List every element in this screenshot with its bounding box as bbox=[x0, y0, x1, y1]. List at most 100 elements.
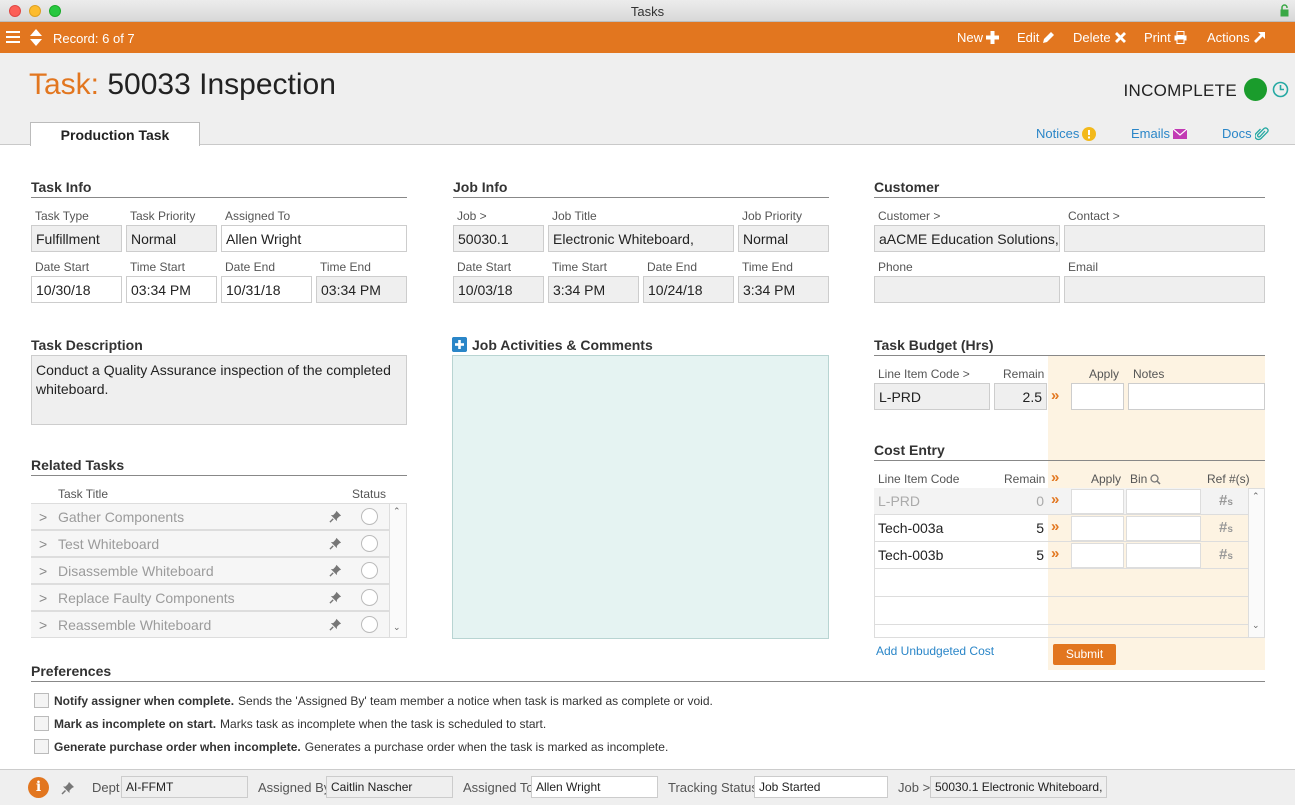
phone-field[interactable] bbox=[874, 276, 1060, 303]
budget-col-code[interactable]: Line Item Code > bbox=[878, 367, 970, 381]
submit-button[interactable]: Submit bbox=[1053, 644, 1116, 665]
contact-label[interactable]: Contact > bbox=[1068, 209, 1120, 223]
ref-numbers-icon[interactable]: #s bbox=[1219, 546, 1233, 563]
apply-arrow-icon[interactable]: » bbox=[1051, 518, 1060, 535]
related-task-row[interactable]: > Replace Faulty Components bbox=[31, 584, 389, 611]
date-end-field[interactable]: 10/31/18 bbox=[221, 276, 312, 303]
time-start-field[interactable]: 03:34 PM bbox=[126, 276, 217, 303]
cost-bin-input[interactable] bbox=[1126, 543, 1201, 568]
status-circle[interactable] bbox=[361, 562, 378, 579]
job-date-start-field[interactable]: 10/03/18 bbox=[453, 276, 544, 303]
ref-numbers-icon[interactable]: #s bbox=[1219, 519, 1233, 536]
cost-bin-input[interactable] bbox=[1126, 516, 1201, 541]
cost-entry-scrollbar[interactable]: ⌃ ⌄ bbox=[1248, 489, 1264, 637]
apply-all-arrow-icon[interactable]: » bbox=[1051, 469, 1060, 486]
info-icon[interactable]: i bbox=[28, 777, 49, 798]
pin-icon[interactable] bbox=[329, 618, 342, 631]
apply-arrow-icon[interactable]: » bbox=[1051, 545, 1060, 562]
scroll-up-icon[interactable]: ⌃ bbox=[1252, 491, 1260, 502]
expand-chevron-icon[interactable]: > bbox=[39, 509, 47, 525]
new-button[interactable]: New bbox=[957, 30, 1000, 45]
job-time-end-field[interactable]: 3:34 PM bbox=[738, 276, 829, 303]
contact-field[interactable] bbox=[1064, 225, 1265, 252]
pin-icon[interactable] bbox=[329, 537, 342, 550]
add-unbudgeted-cost-link[interactable]: Add Unbudgeted Cost bbox=[876, 644, 994, 658]
footer-assigned-to-field[interactable]: Allen Wright bbox=[531, 776, 658, 798]
cost-bin-input[interactable] bbox=[1126, 489, 1201, 514]
ref-numbers-icon[interactable]: #s bbox=[1219, 492, 1233, 509]
related-task-row[interactable]: > Reassemble Whiteboard bbox=[31, 611, 389, 638]
emails-link[interactable]: Emails bbox=[1131, 126, 1188, 141]
footer-tracking-field[interactable]: Job Started bbox=[754, 776, 888, 798]
status-circle[interactable] bbox=[361, 535, 378, 552]
customer-label[interactable]: Customer > bbox=[878, 209, 940, 223]
generate-po-checkbox[interactable] bbox=[34, 739, 49, 754]
budget-col-notes: Notes bbox=[1133, 367, 1165, 381]
task-description-field[interactable]: Conduct a Quality Assurance inspection o… bbox=[31, 355, 407, 425]
date-start-field[interactable]: 10/30/18 bbox=[31, 276, 122, 303]
related-tasks-scrollbar[interactable]: ⌃ ⌄ bbox=[389, 503, 407, 638]
cost-apply-input[interactable] bbox=[1071, 516, 1124, 541]
pin-icon[interactable] bbox=[329, 564, 342, 577]
assigned-to-field[interactable]: Allen Wright bbox=[221, 225, 407, 252]
notify-assigner-checkbox[interactable] bbox=[34, 693, 49, 708]
budget-notes-input[interactable] bbox=[1128, 383, 1265, 410]
scroll-down-icon[interactable]: ⌄ bbox=[393, 622, 401, 633]
footer-job-label[interactable]: Job > bbox=[898, 780, 930, 795]
job-date-end-field[interactable]: 10/24/18 bbox=[643, 276, 734, 303]
job-priority-field[interactable]: Normal bbox=[738, 225, 829, 252]
budget-apply-input[interactable] bbox=[1071, 383, 1124, 410]
email-field[interactable] bbox=[1064, 276, 1265, 303]
docs-link[interactable]: Docs bbox=[1222, 126, 1269, 141]
search-icon[interactable] bbox=[1150, 473, 1161, 485]
lock-icon[interactable] bbox=[1280, 4, 1289, 17]
job-time-start-field[interactable]: 3:34 PM bbox=[548, 276, 639, 303]
pin-icon[interactable] bbox=[329, 591, 342, 604]
cost-apply-input[interactable] bbox=[1071, 543, 1124, 568]
related-task-row[interactable]: > Test Whiteboard bbox=[31, 530, 389, 557]
job-activities-panel[interactable] bbox=[452, 355, 829, 639]
menu-icon[interactable] bbox=[6, 30, 20, 44]
expand-chevron-icon[interactable]: > bbox=[39, 563, 47, 579]
clock-icon[interactable] bbox=[1272, 81, 1289, 98]
mark-incomplete-checkbox[interactable] bbox=[34, 716, 49, 731]
scroll-down-icon[interactable]: ⌄ bbox=[1252, 620, 1260, 631]
delete-button[interactable]: Delete bbox=[1073, 30, 1127, 45]
customer-field[interactable]: aACME Education Solutions, bbox=[874, 225, 1060, 252]
task-type-field[interactable]: Fulfillment bbox=[31, 225, 122, 252]
apply-arrow-icon[interactable]: » bbox=[1051, 491, 1060, 508]
time-end-field[interactable]: 03:34 PM bbox=[316, 276, 407, 303]
task-priority-field[interactable]: Normal bbox=[126, 225, 217, 252]
scroll-up-icon[interactable]: ⌃ bbox=[393, 506, 401, 517]
status-indicator[interactable] bbox=[1244, 78, 1267, 101]
expand-chevron-icon[interactable]: > bbox=[39, 590, 47, 606]
pref-notify-assigner[interactable]: Notify assigner when complete. Sends the… bbox=[34, 693, 713, 708]
job-title-field[interactable]: Electronic Whiteboard, bbox=[548, 225, 734, 252]
edit-button[interactable]: Edit bbox=[1017, 30, 1055, 45]
status-circle[interactable] bbox=[361, 616, 378, 633]
budget-code-field[interactable]: L-PRD bbox=[874, 383, 990, 410]
print-button[interactable]: Print bbox=[1144, 30, 1187, 45]
expand-chevron-icon[interactable]: > bbox=[39, 536, 47, 552]
actions-button[interactable]: Actions bbox=[1207, 30, 1266, 45]
record-navigation-icon[interactable] bbox=[29, 28, 43, 47]
pref-generate-po[interactable]: Generate purchase order when incomplete.… bbox=[34, 739, 668, 754]
cost-apply-input[interactable] bbox=[1071, 489, 1124, 514]
pin-icon[interactable] bbox=[61, 781, 75, 795]
pref-mark-incomplete[interactable]: Mark as incomplete on start. Marks task … bbox=[34, 716, 546, 731]
pin-icon[interactable] bbox=[329, 510, 342, 523]
notices-link[interactable]: Notices bbox=[1036, 126, 1097, 141]
related-task-row[interactable]: > Gather Components bbox=[31, 503, 389, 530]
apply-arrow-icon[interactable]: » bbox=[1051, 387, 1060, 404]
status-circle[interactable] bbox=[361, 589, 378, 606]
footer-job-field[interactable]: 50030.1 Electronic Whiteboard, bbox=[930, 776, 1107, 798]
job-label[interactable]: Job > bbox=[457, 209, 487, 223]
related-task-row[interactable]: > Disassemble Whiteboard bbox=[31, 557, 389, 584]
footer-dept-field[interactable]: AI-FFMT bbox=[121, 776, 248, 798]
tab-production-task[interactable]: Production Task bbox=[30, 122, 200, 146]
status-circle[interactable] bbox=[361, 508, 378, 525]
expand-chevron-icon[interactable]: > bbox=[39, 617, 47, 633]
job-field[interactable]: 50030.1 bbox=[453, 225, 544, 252]
add-activity-icon[interactable] bbox=[452, 337, 467, 352]
footer-assigned-by-field[interactable]: Caitlin Nascher bbox=[326, 776, 453, 798]
